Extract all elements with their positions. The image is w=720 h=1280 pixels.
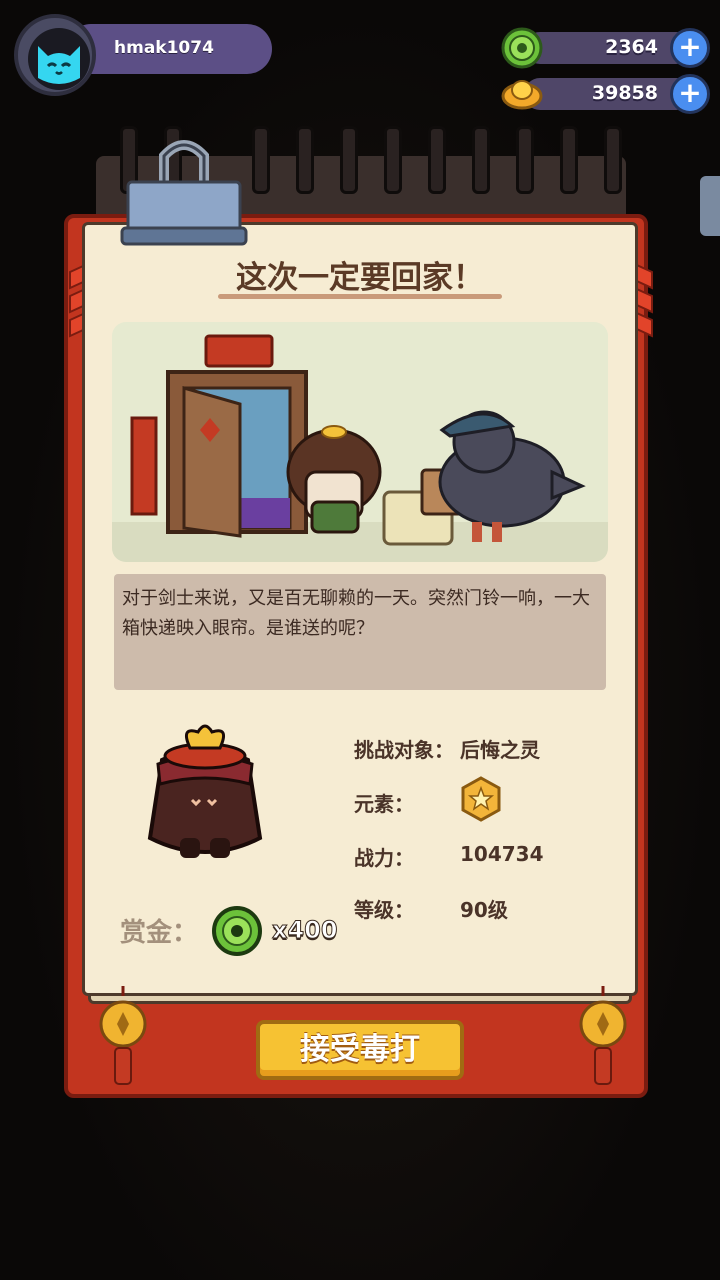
username: hmak1074 bbox=[114, 38, 214, 58]
reward-label: 赏金： bbox=[120, 918, 199, 948]
binder-clip-icon bbox=[120, 140, 248, 246]
quest-illustration bbox=[112, 322, 608, 562]
level-label: 等级： bbox=[354, 898, 414, 922]
side-tab[interactable] bbox=[700, 176, 720, 236]
quest-title: 这次一定要回家！ bbox=[236, 260, 484, 296]
title-underline bbox=[218, 294, 502, 299]
regret-spirit-boss-icon bbox=[147, 724, 263, 858]
accept-quest-button[interactable]: 接受毒打 bbox=[256, 1020, 464, 1080]
reward-count: x400 bbox=[272, 916, 339, 945]
jade-coin-counter: 2364 + bbox=[500, 26, 710, 70]
gold-counter: 39858 + bbox=[500, 72, 710, 116]
power-value: 104734 bbox=[460, 842, 544, 866]
add-gold-button[interactable]: + bbox=[670, 74, 710, 114]
level-value: 90级 bbox=[460, 898, 508, 922]
element-gold-hex-icon bbox=[461, 776, 501, 822]
cat-avatar-icon bbox=[38, 46, 80, 84]
coin-ornament-left-icon bbox=[99, 986, 147, 1085]
jade-coin-reward-icon bbox=[212, 906, 262, 956]
target-label: 挑战对象： bbox=[354, 738, 454, 762]
add-jade-coin-button[interactable]: + bbox=[670, 28, 710, 68]
gold-value: 39858 bbox=[591, 82, 658, 104]
story-scene-icon bbox=[112, 334, 608, 562]
element-label: 元素： bbox=[354, 792, 414, 816]
jade-coin-icon bbox=[501, 27, 543, 69]
jade-coin-value: 2364 bbox=[605, 36, 658, 58]
quest-description: 对于剑士来说，又是百无聊赖的一天。突然门铃一响，一大箱快递映入眼帘。是谁送的呢？ bbox=[122, 588, 590, 639]
avatar bbox=[28, 28, 90, 90]
target-value: 后悔之灵 bbox=[460, 738, 540, 762]
avatar-frame bbox=[14, 14, 96, 96]
gold-ingot-icon bbox=[501, 80, 543, 110]
power-label: 战力： bbox=[354, 846, 414, 870]
player-profile[interactable]: hmak1074 bbox=[14, 14, 272, 96]
coin-ornament-right-icon bbox=[579, 986, 627, 1085]
